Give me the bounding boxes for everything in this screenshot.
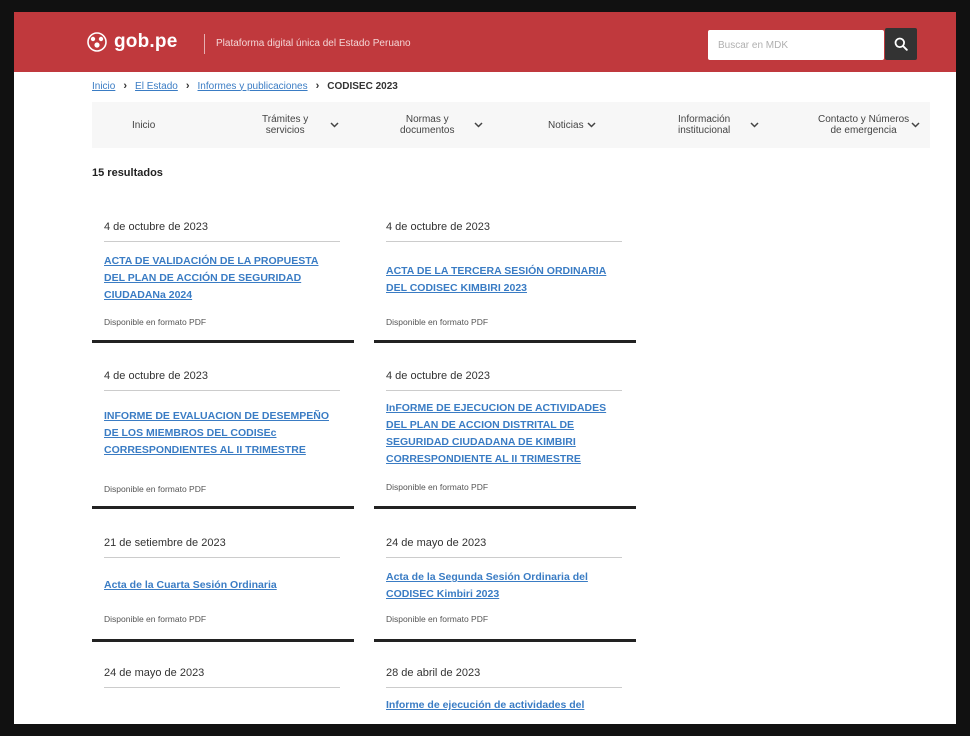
card-format: Disponible en formato PDF [104,614,207,624]
card-divider [104,687,340,688]
nav-item-informacion[interactable]: Información institucional [678,102,759,148]
breadcrumb-link-el-estado[interactable]: El Estado [135,81,178,92]
card-date: 24 de mayo de 2023 [386,537,487,549]
tagline: Plataforma digital única del Estado Peru… [216,38,411,49]
result-card: 4 de octubre de 2023 InFORME DE EJECUCIO… [374,370,636,509]
logo-text: gob.pe [114,31,178,52]
breadcrumb-chevron-icon: › [185,80,190,92]
card-divider [386,557,622,558]
nav-item-noticias[interactable]: Noticias [548,102,596,148]
breadcrumb-chevron-icon: › [315,80,320,92]
card-title-link[interactable]: Acta de la Cuarta Sesión Ordinaria [104,577,340,594]
card-date: 4 de octubre de 2023 [104,221,208,233]
nav-label-line: Contacto y Números [818,114,910,125]
breadcrumb-link-informes[interactable]: Informes y publicaciones [198,81,308,92]
card-divider [386,390,622,391]
chevron-down-icon [587,122,596,128]
chevron-down-icon [911,122,920,128]
card-format: Disponible en formato PDF [386,317,489,327]
nav-label-line: institucional [678,125,731,136]
screenshot-frame: gob.pe Plataforma digital única del Esta… [0,0,970,736]
card-date: 4 de octubre de 2023 [104,370,208,382]
card-date: 24 de mayo de 2023 [104,667,205,679]
nav-label-line: de emergencia [830,125,897,136]
result-card: 24 de mayo de 2023 [92,667,354,724]
logo-divider [204,34,205,54]
card-title-link[interactable]: InFORME DE EJECUCION DE ACTIVIDADES DEL … [386,400,622,468]
nav-label: Contacto y Números de emergencia [818,114,909,136]
nav-label-line: documentos [400,125,455,136]
page: gob.pe Plataforma digital única del Esta… [14,12,956,724]
top-bar: gob.pe Plataforma digital única del Esta… [14,12,956,72]
result-card: 21 de setiembre de 2023 Acta de la Cuart… [92,537,354,642]
chevron-down-icon [474,122,484,128]
breadcrumb-current: CODISEC 2023 [327,80,398,92]
result-card: 4 de octubre de 2023 ACTA DE VALIDACIÓN … [92,221,354,343]
nav-item-normas[interactable]: Normas y documentos [400,102,484,148]
nav-label-line: Noticias [548,119,584,131]
breadcrumb-link-inicio[interactable]: Inicio [92,81,115,92]
search-icon [894,37,908,51]
card-date: 4 de octubre de 2023 [386,370,490,382]
chevron-down-icon [330,122,339,128]
card-divider [104,557,340,558]
result-card: 4 de octubre de 2023 INFORME DE EVALUACI… [92,370,354,509]
card-divider [386,241,622,242]
search-box [708,30,884,60]
nav-label-line: Información [678,114,731,125]
card-format: Disponible en formato PDF [386,614,489,624]
nav-label-line: Trámites y [262,114,309,125]
card-date: 4 de octubre de 2023 [386,221,490,233]
results-count: 15 resultados [92,167,163,179]
nav-label: Inicio [132,120,155,131]
site-logo[interactable]: gob.pe [86,31,177,53]
peru-shield-icon [87,32,107,52]
nav-label-line: Inicio [132,119,156,131]
nav-label: Noticias [548,120,584,131]
card-format: Disponible en formato PDF [104,484,207,494]
card-title-link[interactable]: INFORME DE EVALUACION DE DESEMPEÑO DE LO… [104,408,340,459]
card-format: Disponible en formato PDF [386,482,489,492]
search-input[interactable] [708,30,884,60]
nav-item-tramites[interactable]: Trámites y servicios [262,102,339,148]
nav-item-contacto[interactable]: Contacto y Números de emergencia [818,102,920,148]
card-divider [104,241,340,242]
result-card: 24 de mayo de 2023 Acta de la Segunda Se… [374,537,636,642]
card-date: 21 de setiembre de 2023 [104,537,226,549]
nav-item-inicio[interactable]: Inicio [132,102,155,148]
chevron-down-icon [750,122,759,128]
result-card: 28 de abril de 2023 Informe de ejecución… [374,667,636,724]
card-format: Disponible en formato PDF [104,317,207,327]
nav-label: Información institucional [678,114,730,136]
result-card: 4 de octubre de 2023 ACTA DE LA TERCERA … [374,221,636,343]
nav-label-line: servicios [265,125,305,136]
card-date: 28 de abril de 2023 [386,667,481,679]
nav-label: Trámites y servicios [262,114,308,136]
main-nav: Inicio Trámites y servicios Normas y doc… [92,102,930,148]
card-title-link[interactable]: ACTA DE VALIDACIÓN DE LA PROPUESTA DEL P… [104,253,340,304]
nav-label: Normas y documentos [400,114,454,136]
search-button[interactable] [885,28,917,60]
breadcrumb: Inicio › El Estado › Informes y publicac… [92,80,398,92]
card-title-link[interactable]: Informe de ejecución de actividades del [386,697,622,714]
breadcrumb-chevron-icon: › [123,80,128,92]
nav-label-line: Normas y [405,114,449,125]
card-divider [104,390,340,391]
card-title-link[interactable]: Acta de la Segunda Sesión Ordinaria del … [386,569,622,603]
card-divider [386,687,622,688]
card-title-link[interactable]: ACTA DE LA TERCERA SESIÓN ORDINARIA DEL … [386,263,622,297]
